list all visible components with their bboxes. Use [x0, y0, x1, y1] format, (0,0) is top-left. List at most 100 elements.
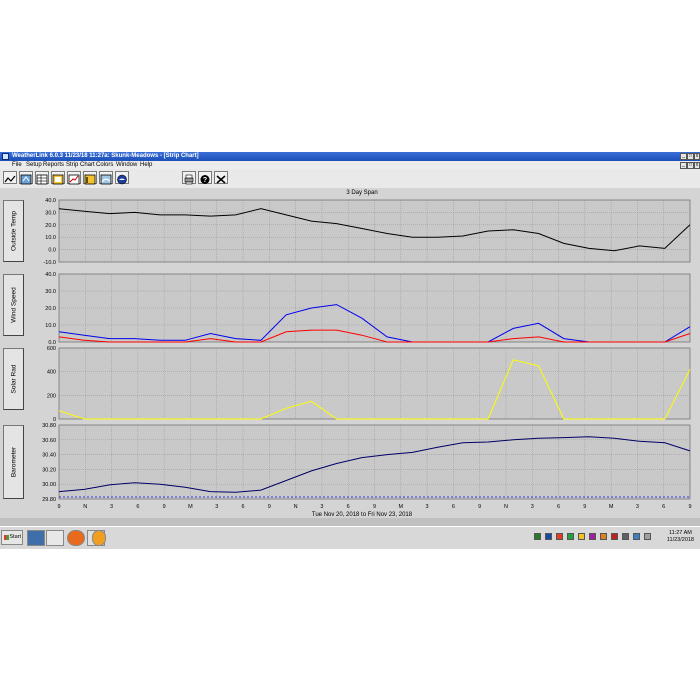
strip-chart-icon[interactable] [3, 171, 17, 184]
y-tick-label: 30.20 [42, 467, 56, 473]
y-tick-label: 30.0 [45, 289, 56, 295]
y-tick-label: 30.00 [42, 482, 56, 488]
svg-text:?: ? [203, 177, 207, 184]
tray-icon-10[interactable] [633, 533, 640, 540]
menu-strip-chart[interactable]: Strip Chart [66, 161, 95, 169]
taskbar-clock[interactable]: 11:27 AM 11/23/2018 [667, 530, 694, 544]
x-tick-label: N [83, 504, 87, 510]
x-tick-label: 3 [215, 504, 218, 510]
printer-icon[interactable] [182, 171, 196, 185]
menu-window[interactable]: Window [116, 161, 137, 169]
graph-icon[interactable] [67, 171, 81, 185]
menu-reports[interactable]: Reports [43, 161, 64, 169]
panel-button-outside-temp[interactable]: Outside Temp [3, 200, 24, 262]
table-icon[interactable] [35, 171, 49, 185]
date-range-label: Tue Nov 20, 2018 to Fri Nov 23, 2018 [312, 512, 413, 518]
x-tick-label: 9 [57, 504, 60, 510]
strip-chart-svg: 3 Day Span Tue Nov 20, 2018 to Fri Nov 2… [42, 190, 691, 518]
volume-icon[interactable] [644, 533, 651, 540]
weatherlink-task-icon[interactable] [27, 530, 45, 546]
y-tick-label: 30.60 [42, 438, 56, 444]
help-icon[interactable]: ? [198, 171, 212, 184]
menu-colors[interactable]: Colors [96, 161, 113, 169]
panel-button-solar-rad[interactable]: Solar Rad [3, 348, 24, 410]
y-tick-label: 0.0 [48, 248, 56, 254]
windows-flag-icon [4, 535, 9, 540]
explorer-task-icon[interactable] [46, 530, 64, 546]
x-tick-label: 3 [531, 504, 534, 510]
x-tick-label: M [188, 504, 193, 510]
y-tick-label: 40.0 [45, 198, 56, 204]
tray-icon-8[interactable] [611, 533, 618, 540]
tray-icon-3[interactable] [556, 533, 563, 540]
y-tick-label: 20.0 [45, 223, 56, 229]
tray-icon-1[interactable] [534, 533, 541, 540]
x-tick-label: 9 [583, 504, 586, 510]
y-tick-label: -10.0 [43, 260, 56, 266]
y-tick-label: 20.0 [45, 306, 56, 312]
x-tick-label: 6 [557, 504, 560, 510]
x-tick-label: N [294, 504, 298, 510]
x-tick-label: 3 [110, 504, 113, 510]
weather-map-icon[interactable] [99, 171, 113, 185]
child-close-button[interactable]: x [694, 162, 700, 169]
minimize-button[interactable]: _ [680, 153, 687, 160]
menu-setup[interactable]: Setup [26, 161, 42, 169]
y-tick-label: 400 [47, 370, 56, 376]
x-tick-label: 6 [452, 504, 455, 510]
y-tick-label: 30.80 [42, 423, 56, 429]
tray-icon-9[interactable] [622, 533, 629, 540]
x-tick-label: 3 [426, 504, 429, 510]
x-tick-label: 6 [242, 504, 245, 510]
x-tick-label: 6 [662, 504, 665, 510]
gauge-icon[interactable] [51, 171, 65, 185]
x-tick-label: 6 [136, 504, 139, 510]
window-title: WeatherLink 6.0.3 11/23/18 11:27a: Skunk… [12, 153, 199, 159]
menu-help[interactable]: Help [140, 161, 152, 169]
y-tick-label: 40.0 [45, 272, 56, 278]
firefox-task-icon[interactable] [67, 530, 85, 546]
x-tick-label: 9 [688, 504, 691, 510]
noaa-icon[interactable] [115, 171, 129, 185]
y-tick-label: 29.80 [42, 497, 56, 503]
x-tick-label: 6 [347, 504, 350, 510]
close-button[interactable]: x [694, 153, 700, 160]
tray-icon-4[interactable] [567, 533, 574, 540]
x-tick-label: 3 [636, 504, 639, 510]
panel-button-wind-speed[interactable]: Wind Speed [3, 274, 24, 336]
summary-icon[interactable] [19, 171, 33, 185]
tray-icon-7[interactable] [600, 533, 607, 540]
y-tick-label: 30.40 [42, 453, 56, 459]
x-tick-label: M [398, 504, 403, 510]
x-tick-label: N [504, 504, 508, 510]
y-tick-label: 30.0 [45, 210, 56, 216]
tray-icon-5[interactable] [578, 533, 585, 540]
y-tick-label: 10.0 [45, 235, 56, 241]
close-x-icon[interactable] [214, 171, 228, 184]
span-label: 3 Day Span [346, 190, 377, 196]
toolbar: ? [0, 169, 700, 189]
app-icon [2, 153, 9, 160]
start-button[interactable]: Start [1, 530, 23, 545]
title-bar[interactable]: WeatherLink 6.0.3 11/23/18 11:27a: Skunk… [0, 152, 700, 161]
x-tick-label: 9 [163, 504, 166, 510]
y-tick-label: 10.0 [45, 323, 56, 329]
panel-button-barometer[interactable]: Barometer [3, 425, 24, 499]
strip-chart-area: 3 Day Span Tue Nov 20, 2018 to Fri Nov 2… [0, 188, 700, 518]
app-task-icon[interactable] [92, 530, 106, 546]
tray-icon-2[interactable] [545, 533, 552, 540]
child-restore-button[interactable]: □ [687, 162, 694, 169]
x-tick-label: 9 [478, 504, 481, 510]
maximize-button[interactable]: □ [687, 153, 694, 160]
y-tick-label: 600 [47, 346, 56, 352]
x-tick-label: 9 [373, 504, 376, 510]
child-minimize-button[interactable]: _ [680, 162, 687, 169]
x-tick-label: M [609, 504, 614, 510]
menu-file[interactable]: File [12, 161, 22, 169]
menu-bar: File Setup Reports Strip Chart Colors Wi… [0, 161, 700, 169]
screen: { "window": { "title": "WeatherLink 6.0.… [0, 0, 700, 700]
calendar-icon[interactable] [83, 171, 97, 185]
x-tick-label: 9 [268, 504, 271, 510]
taskbar: Start 11:27 AM 11/23/2018 [0, 526, 700, 549]
tray-icon-6[interactable] [589, 533, 596, 540]
